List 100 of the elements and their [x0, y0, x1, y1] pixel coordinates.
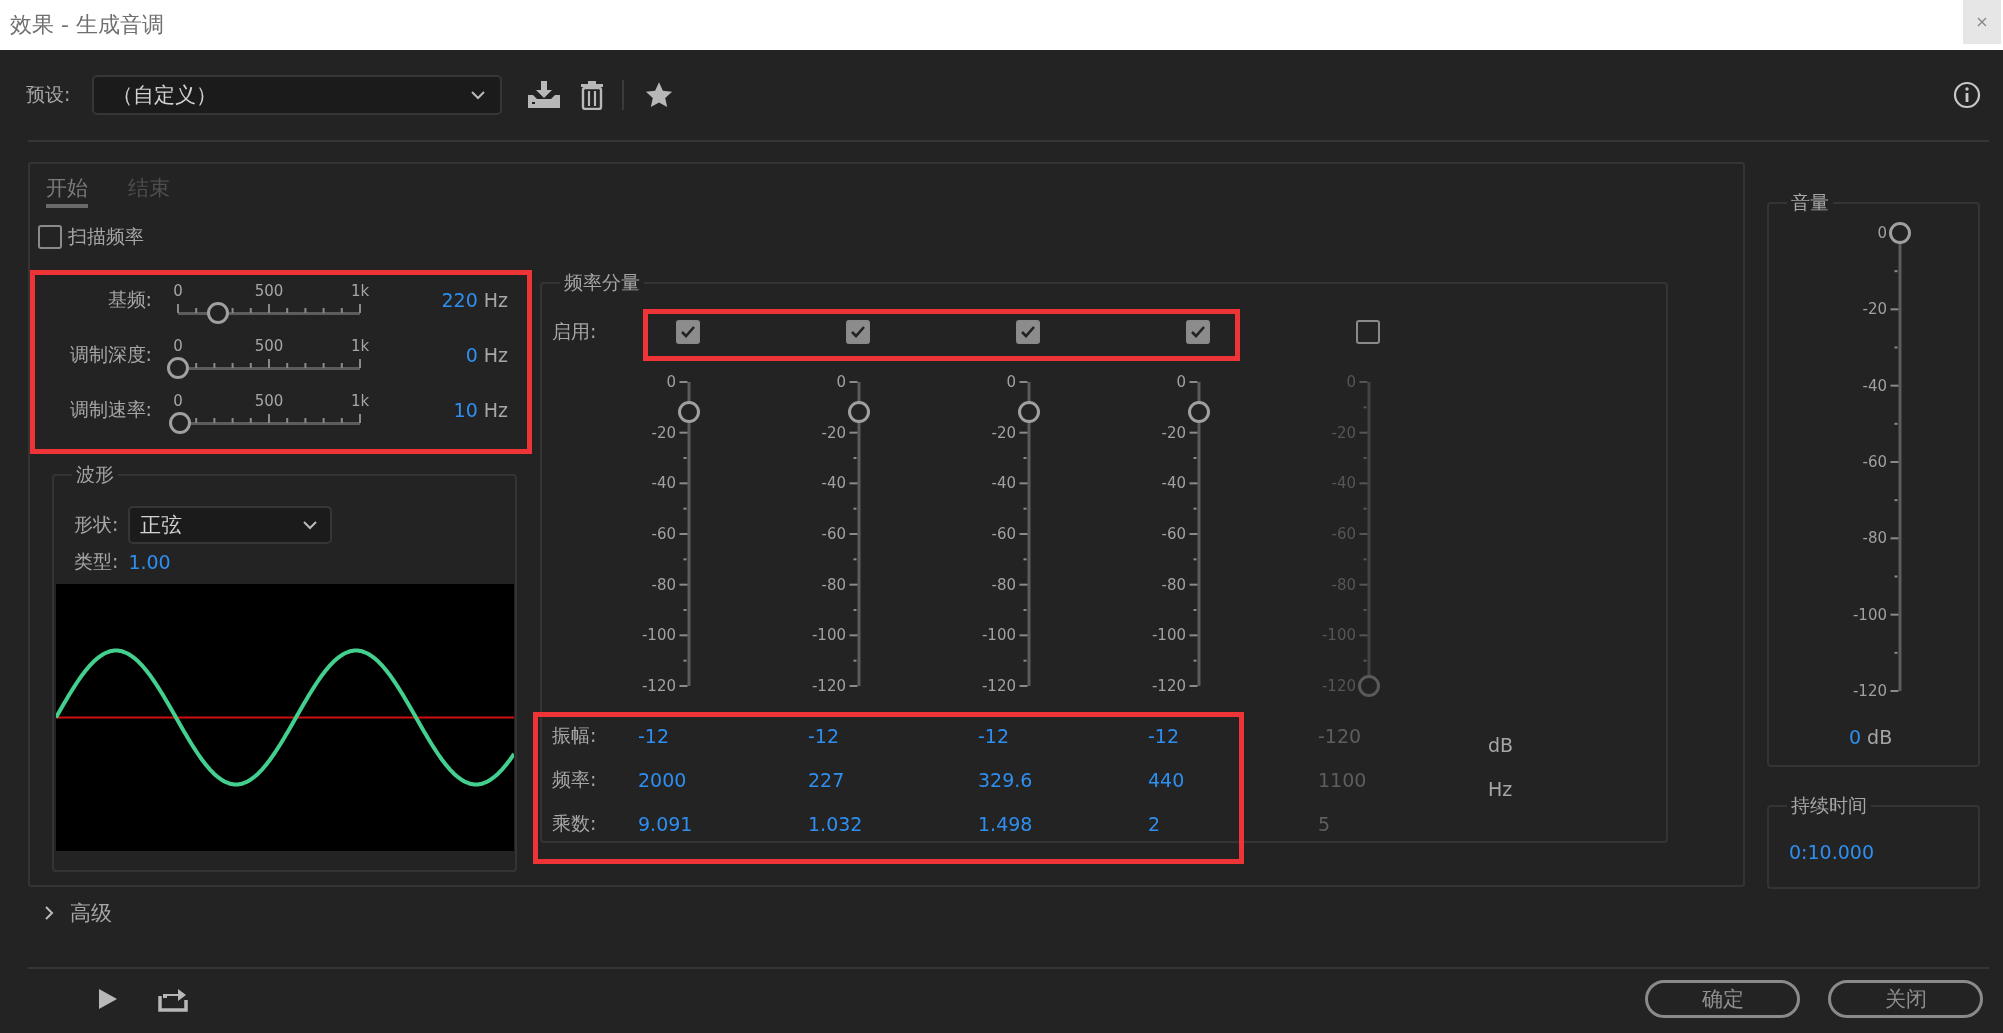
- scale-label: -80: [651, 575, 676, 594]
- type-value[interactable]: 1.00: [128, 551, 171, 573]
- value-text[interactable]: -12: [638, 725, 808, 747]
- checkmark-icon: [1190, 325, 1206, 339]
- play-icon[interactable]: [98, 988, 118, 1010]
- slider-thumb[interactable]: [168, 411, 191, 434]
- scale-label: -40: [1161, 474, 1186, 493]
- scale-label: -120: [981, 676, 1016, 695]
- info-icon[interactable]: [1953, 81, 1981, 109]
- scale-label: -60: [1161, 524, 1186, 543]
- scale-label: -80: [821, 575, 846, 594]
- enable-label: 启用:: [552, 319, 598, 344]
- scale-label: -80: [1161, 575, 1186, 594]
- scale-label: -20: [991, 423, 1016, 442]
- value-text[interactable]: 227: [808, 769, 978, 791]
- value-text[interactable]: 220: [441, 288, 478, 311]
- value-text[interactable]: 1.498: [978, 813, 1148, 835]
- slider-thumb[interactable]: [1889, 222, 1911, 244]
- row-label: 频率:: [552, 767, 598, 792]
- slider-thumb[interactable]: [848, 401, 870, 424]
- scale-label: -120: [811, 676, 846, 695]
- scale-label: -20: [1862, 300, 1887, 319]
- advanced-toggle[interactable]: 高级: [44, 899, 112, 927]
- slider-thumb[interactable]: [1358, 675, 1380, 697]
- checkbox-label: 扫描频率: [68, 224, 144, 249]
- scale-label: -120: [1852, 681, 1887, 700]
- scale-label: 0: [172, 336, 184, 357]
- chevron-icon: [44, 905, 54, 921]
- shape-dropdown[interactable]: 正弦: [128, 506, 333, 544]
- scale-label: -40: [991, 474, 1016, 493]
- scale-label: -60: [991, 524, 1016, 543]
- scale-label: -60: [1862, 453, 1887, 471]
- scale-label: 1k: [349, 281, 371, 302]
- value-text[interactable]: 10: [453, 398, 478, 421]
- checkbox[interactable]: [676, 320, 700, 344]
- scale-label: -100: [811, 626, 846, 645]
- scale-label: -120: [1151, 676, 1186, 695]
- scale-label: -20: [821, 423, 846, 442]
- slider-label: 调制速率:: [68, 396, 152, 422]
- value-text[interactable]: -12: [1148, 725, 1318, 747]
- slider-thumb[interactable]: [1018, 401, 1040, 424]
- checkmark-icon: [680, 325, 696, 339]
- loop-icon[interactable]: [158, 986, 188, 1012]
- checkbox[interactable]: [1356, 320, 1380, 344]
- download-icon[interactable]: [528, 81, 561, 109]
- scale-label: 0: [1176, 373, 1186, 391]
- value-text[interactable]: 9.091: [638, 813, 808, 835]
- window-title: 效果 - 生成音调: [9, 11, 164, 39]
- scale-label: -80: [991, 575, 1016, 594]
- close-icon: [1977, 17, 1987, 27]
- scale-label: -120: [641, 676, 676, 695]
- chevron-down-icon: [470, 90, 487, 100]
- unit-label: Hz: [483, 288, 508, 311]
- scale-label: -100: [981, 626, 1016, 645]
- value-text[interactable]: 1.032: [808, 813, 978, 835]
- scale-label: 500: [254, 391, 284, 412]
- value-text[interactable]: 329.6: [978, 769, 1148, 791]
- scale-label: 0: [1006, 373, 1016, 391]
- value-text[interactable]: 0: [465, 343, 478, 366]
- dialog-button[interactable]: 确定: [1645, 980, 1800, 1018]
- value-text[interactable]: 440: [1148, 769, 1318, 791]
- slider-thumb[interactable]: [207, 301, 230, 324]
- checkbox[interactable]: [38, 225, 62, 249]
- scale-label: 500: [254, 281, 284, 302]
- unit-label: Hz: [483, 343, 508, 366]
- scale-label: -100: [1852, 605, 1887, 624]
- value-text[interactable]: 5: [1318, 813, 1488, 835]
- row-label: 振幅:: [552, 723, 598, 748]
- trash-icon[interactable]: [580, 80, 605, 110]
- value-text[interactable]: -12: [978, 725, 1148, 747]
- preset-label: 预设:: [26, 82, 71, 107]
- dialog-button[interactable]: 关闭: [1828, 980, 1983, 1018]
- tab[interactable]: 开始: [46, 172, 88, 208]
- value-text[interactable]: -120: [1318, 725, 1488, 747]
- unit-label: dB: [1488, 734, 1515, 758]
- checkbox[interactable]: [1016, 320, 1040, 344]
- slider-thumb[interactable]: [1188, 401, 1210, 424]
- checkbox[interactable]: [846, 320, 870, 344]
- checkbox[interactable]: [1186, 320, 1210, 344]
- scale-label: -100: [641, 626, 676, 645]
- slider-label: 基频:: [106, 286, 152, 312]
- scale-label: -80: [1862, 529, 1887, 548]
- scale-label: -20: [651, 423, 676, 442]
- value-text[interactable]: -12: [808, 725, 978, 747]
- value-text[interactable]: 2: [1148, 813, 1318, 835]
- unit-label: Hz: [483, 398, 508, 421]
- scale-label: -40: [1862, 376, 1887, 395]
- scale-label: -40: [651, 474, 676, 493]
- unit-label: dB: [1867, 726, 1893, 748]
- value-text[interactable]: 0: [1849, 726, 1862, 748]
- checkmark-icon: [1020, 325, 1036, 339]
- value-text[interactable]: 2000: [638, 769, 808, 791]
- duration-value[interactable]: 0:10.000: [1789, 841, 1874, 863]
- slider-thumb[interactable]: [678, 401, 700, 424]
- preset-dropdown[interactable]: （自定义）: [92, 75, 503, 115]
- slider-label: 调制深度:: [68, 341, 152, 367]
- scale-label: -60: [821, 524, 846, 543]
- scale-label: -100: [1151, 626, 1186, 645]
- slider-thumb[interactable]: [167, 356, 189, 379]
- value-text[interactable]: 1100: [1318, 769, 1488, 791]
